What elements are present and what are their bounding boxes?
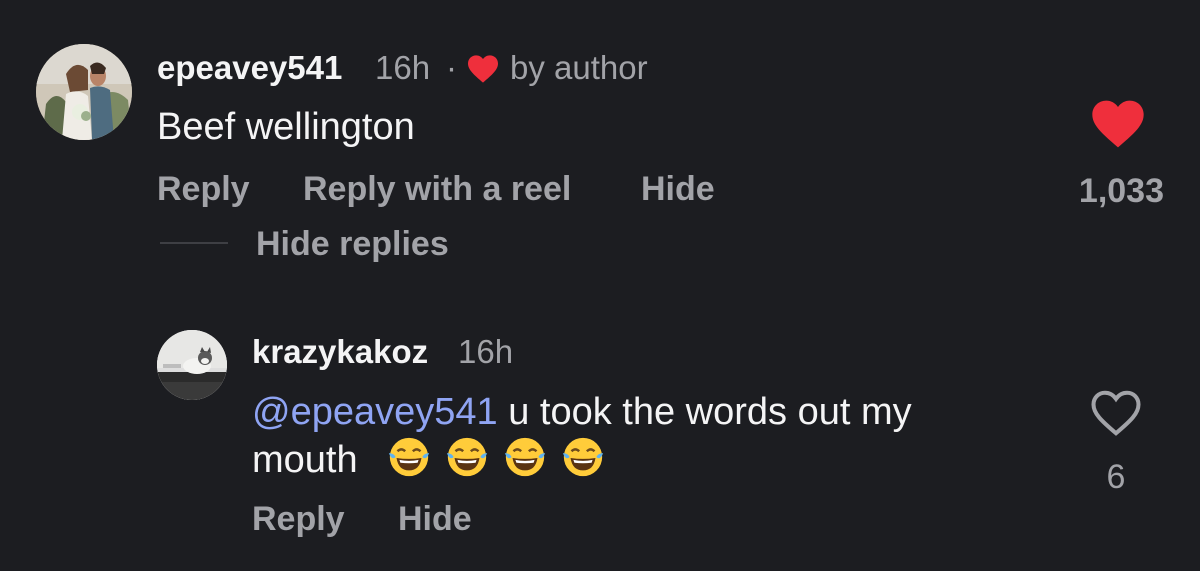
- avatar[interactable]: [36, 44, 132, 140]
- heart-outline-icon: [1091, 390, 1141, 436]
- face-with-tears-of-joy-icon: [446, 437, 488, 477]
- comment-timestamp: 16h: [375, 49, 431, 86]
- hide-replies-button[interactable]: Hide replies: [256, 223, 449, 265]
- avatar[interactable]: [157, 330, 227, 400]
- comment-timestamp: 16h: [458, 333, 514, 370]
- comment-text: Beef wellington: [157, 106, 415, 148]
- like-count[interactable]: 1,033: [1040, 170, 1164, 212]
- face-with-tears-of-joy-icon: [388, 437, 430, 477]
- reply-button[interactable]: Reply: [157, 168, 250, 210]
- hide-button[interactable]: Hide: [641, 168, 715, 210]
- comment-text-line2: mouth: [252, 439, 358, 481]
- replies-divider: [160, 242, 228, 244]
- mention-link[interactable]: @epeavey541: [252, 391, 498, 433]
- like-button[interactable]: [1089, 388, 1143, 438]
- reply-button[interactable]: Reply: [252, 498, 345, 540]
- emoji-row: [386, 434, 606, 478]
- comment-text-line1: u took the words out my: [497, 391, 912, 433]
- liked-by-author-label: by author: [510, 49, 648, 86]
- reply-with-reel-button[interactable]: Reply with a reel: [303, 168, 571, 210]
- like-count[interactable]: 6: [1086, 456, 1146, 498]
- like-button[interactable]: [1090, 98, 1146, 150]
- heart-filled-icon: [1092, 100, 1144, 148]
- comment-username[interactable]: krazykakoz: [252, 332, 428, 372]
- comment-username[interactable]: epeavey541: [157, 48, 342, 88]
- face-with-tears-of-joy-icon: [562, 437, 604, 477]
- face-with-tears-of-joy-icon: [504, 437, 546, 477]
- comment-text: @epeavey541 u took the words out my mout…: [252, 388, 1052, 484]
- separator-dot: ·: [446, 49, 457, 86]
- hide-button[interactable]: Hide: [398, 498, 472, 540]
- heart-icon: [466, 54, 500, 84]
